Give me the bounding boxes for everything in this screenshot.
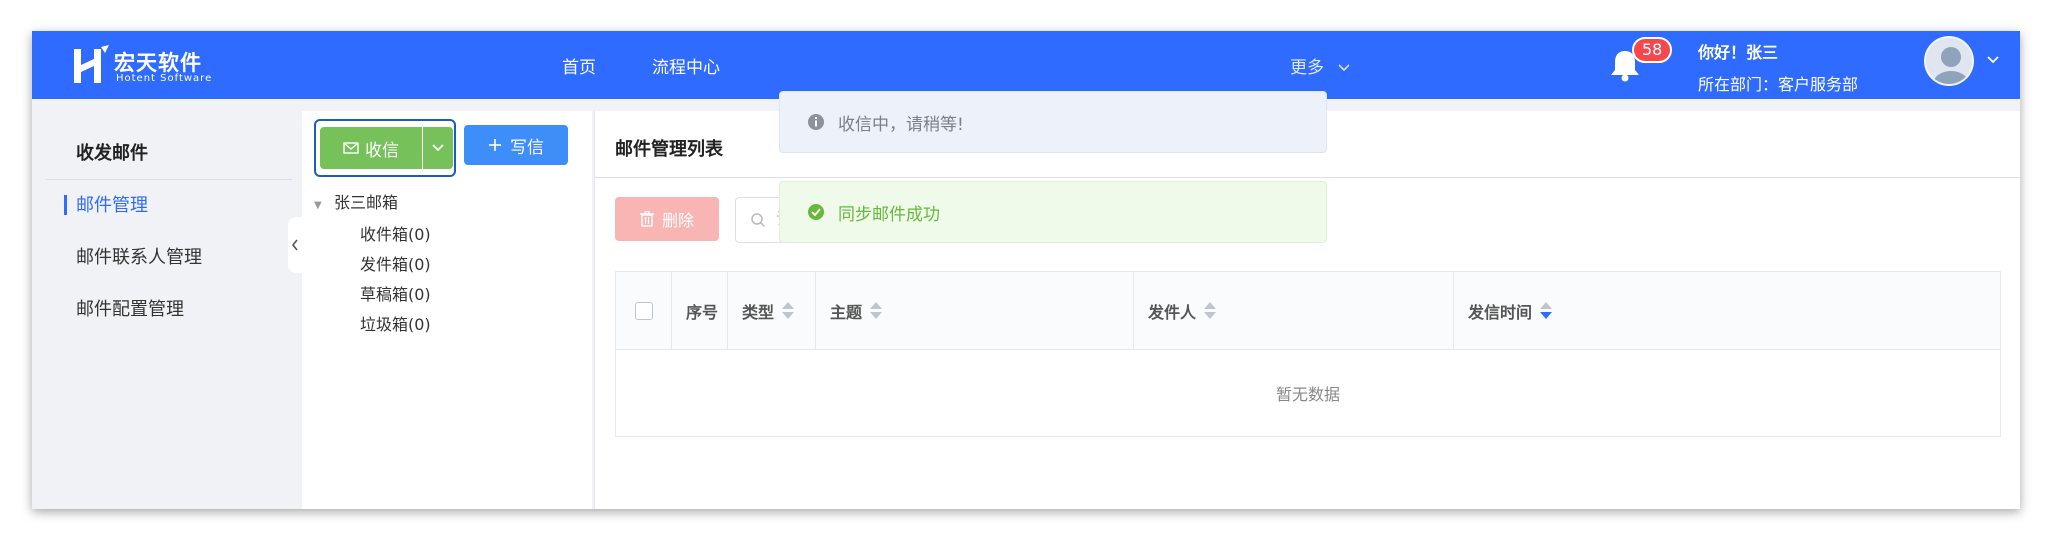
toast-sync-success: 同步邮件成功 xyxy=(779,181,1327,243)
toast-sync-success-text: 同步邮件成功 xyxy=(838,204,940,225)
empty-state: 暂无数据 xyxy=(1275,385,1340,404)
select-all-checkbox[interactable] xyxy=(634,302,653,320)
main-nav: 首页 流程中心 xyxy=(562,31,776,99)
user-icon xyxy=(1933,47,1969,84)
sidebar-title: 收发邮件 xyxy=(76,143,148,164)
th-sender[interactable]: 发件人 xyxy=(1134,272,1454,350)
tree-root-mailbox[interactable]: ▼ 张三邮箱 xyxy=(314,189,398,213)
th-subject[interactable]: 主题 xyxy=(816,272,1134,350)
th-type[interactable]: 类型 xyxy=(728,272,816,350)
page-title: 邮件管理列表 xyxy=(615,139,723,160)
table-header: 序号 类型 主题 发件人 发信时间 xyxy=(616,272,2000,350)
envelope-icon xyxy=(343,142,359,154)
tree-folder-outbox[interactable]: 发件箱(0) xyxy=(360,251,431,275)
plus-icon xyxy=(489,139,501,151)
user-menu-chevron-icon[interactable] xyxy=(1986,55,2000,65)
chevron-down-icon xyxy=(432,144,444,152)
receive-button-label: 收信 xyxy=(365,140,399,161)
chevron-left-icon xyxy=(291,239,298,251)
top-header: 宏天软件 Hotent Software 首页 流程中心 更多 58 你好！张三… xyxy=(32,31,2020,99)
th-index: 序号 xyxy=(672,272,728,350)
main-content: 邮件管理列表 删除 序号 类型 xyxy=(594,111,2020,509)
tree-folder-trash[interactable]: 垃圾箱(0) xyxy=(360,311,431,335)
th-index-label: 序号 xyxy=(686,303,719,322)
nav-home[interactable]: 首页 xyxy=(562,53,596,78)
receive-dropdown-button[interactable] xyxy=(423,127,453,169)
nav-more-label: 更多 xyxy=(1290,58,1324,78)
th-send-time-label: 发信时间 xyxy=(1468,303,1533,322)
toast-receiving: 收信中，请稍等! xyxy=(779,91,1327,153)
delete-button-label: 删除 xyxy=(661,211,694,230)
sort-desc-icon[interactable] xyxy=(1540,302,1553,320)
th-sender-label: 发件人 xyxy=(1148,303,1197,322)
nav-more[interactable]: 更多 xyxy=(1290,53,1351,78)
th-send-time[interactable]: 发信时间 xyxy=(1454,272,2000,350)
receive-button[interactable]: 收信 xyxy=(320,127,422,169)
tree-root-label: 张三邮箱 xyxy=(334,193,399,212)
tree-folder-inbox[interactable]: 收件箱(0) xyxy=(360,221,431,245)
search-icon xyxy=(751,213,766,228)
user-department: 所在部门：客户服务部 xyxy=(1698,75,1859,94)
title-divider xyxy=(595,177,2020,178)
active-indicator xyxy=(64,195,67,215)
tree-folder-drafts[interactable]: 草稿箱(0) xyxy=(360,281,431,305)
left-sidebar: 收发邮件 邮件管理 邮件联系人管理 邮件配置管理 xyxy=(32,99,302,509)
toast-receiving-text: 收信中，请稍等! xyxy=(838,114,964,135)
delete-button[interactable]: 删除 xyxy=(615,197,719,241)
receive-button-group: 收信 xyxy=(314,119,456,177)
write-button[interactable]: 写信 xyxy=(464,125,568,165)
check-circle-icon xyxy=(808,204,824,220)
notification-badge[interactable]: 58 xyxy=(1632,37,1673,63)
trash-icon xyxy=(639,211,654,227)
info-icon xyxy=(808,114,824,130)
chevron-down-icon xyxy=(1338,64,1350,72)
sort-icon[interactable] xyxy=(1204,302,1217,320)
sidebar-item-mail-management[interactable]: 邮件管理 xyxy=(76,191,148,217)
brand-logo[interactable]: 宏天软件 Hotent Software xyxy=(72,45,222,87)
sort-icon[interactable] xyxy=(870,302,883,320)
mail-table: 序号 类型 主题 发件人 发信时间 暂无数据 xyxy=(615,271,2001,437)
app-window: 宏天软件 Hotent Software 首页 流程中心 更多 58 你好！张三… xyxy=(32,31,2020,509)
mailbox-panel: 收信 写信 ▼ 张三邮箱 收件箱(0) 发件箱(0) 草稿箱(0) 垃圾箱(0) xyxy=(302,111,592,509)
th-type-label: 类型 xyxy=(742,303,775,322)
sidebar-item-mail-config[interactable]: 邮件配置管理 xyxy=(76,295,184,321)
write-button-label: 写信 xyxy=(510,137,544,158)
th-select-all xyxy=(616,272,672,350)
logo-text-en: Hotent Software xyxy=(116,73,213,84)
avatar[interactable] xyxy=(1924,36,1974,86)
caret-down-icon: ▼ xyxy=(314,200,322,211)
sidebar-collapse-button[interactable] xyxy=(288,217,302,273)
user-greeting: 你好！张三 xyxy=(1698,43,1779,62)
th-subject-label: 主题 xyxy=(830,303,863,322)
sort-icon[interactable] xyxy=(782,302,795,320)
nav-process-center[interactable]: 流程中心 xyxy=(652,53,720,78)
sidebar-item-mail-contacts[interactable]: 邮件联系人管理 xyxy=(76,243,202,269)
logo-h-icon xyxy=(74,45,109,83)
sidebar-divider xyxy=(46,179,292,180)
